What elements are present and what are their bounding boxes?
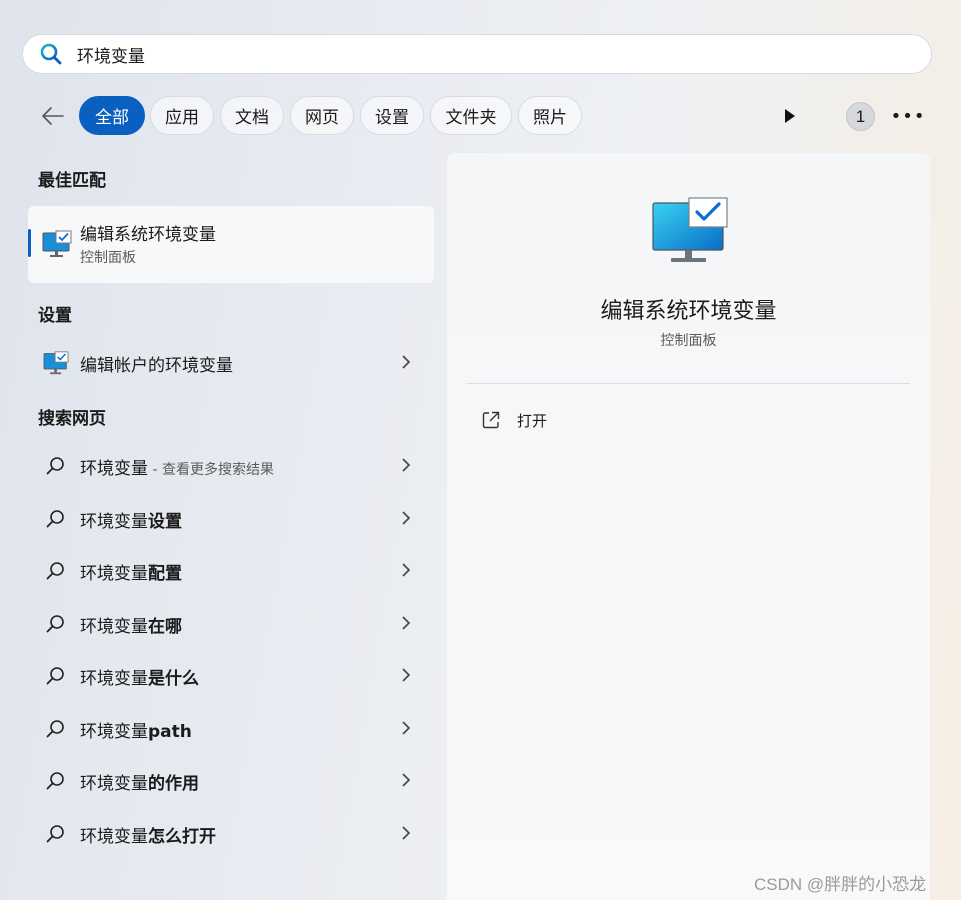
back-button[interactable] (38, 102, 68, 130)
chevron-right-icon (402, 720, 411, 735)
search-input[interactable] (77, 44, 877, 64)
web-search-label: 环境变量的作用 (80, 769, 199, 794)
web-search-label: 环境变量配置 (80, 559, 182, 584)
query-text: 环境变量 (80, 669, 148, 689)
filter-chip-apps[interactable]: 应用 (150, 96, 214, 135)
monitor-check-icon (43, 351, 69, 375)
query-text: 环境变量 (80, 774, 148, 794)
chevron-right-icon (402, 668, 411, 682)
web-search-label: 环境变量path (80, 717, 192, 742)
open-button-label: 打开 (517, 411, 548, 430)
monitor-check-icon (652, 197, 728, 262)
search-icon (46, 509, 64, 527)
suggestion-subtext: - 查看更多搜索结果 (148, 462, 274, 478)
query-text: 环境变量 (80, 564, 148, 584)
chevron-right-icon (402, 773, 411, 787)
chevron-right-icon (402, 563, 411, 577)
best-match-item[interactable]: 编辑系统环境变量 控制面板 (28, 206, 434, 283)
monitor-check-icon (42, 230, 72, 257)
web-search-label: 环境变量 - 查看更多搜索结果 (80, 454, 274, 479)
suggestion-text: 在哪 (148, 616, 182, 637)
web-search-item[interactable]: 环境变量设置 (28, 494, 434, 542)
section-title-web: 搜索网页 (38, 409, 106, 429)
arrow-left-icon (42, 107, 64, 125)
web-search-label: 环境变量怎么打开 (80, 822, 216, 847)
web-search-item[interactable]: 环境变量配置 (28, 546, 434, 594)
suggestion-text: 是什么 (148, 669, 199, 689)
query-text: 环境变量 (80, 459, 148, 479)
ellipsis-icon: ••• (890, 105, 926, 127)
section-title-settings: 设置 (38, 306, 72, 326)
preview-subtitle: 控制面板 (660, 333, 717, 349)
search-icon (46, 719, 64, 737)
search-icon (40, 43, 62, 65)
filter-chip-documents[interactable]: 文档 (220, 96, 284, 135)
filter-chip-folders[interactable]: 文件夹 (430, 96, 512, 135)
web-search-item[interactable]: 环境变量怎么打开 (28, 809, 434, 857)
web-search-label: 环境变量设置 (80, 507, 182, 532)
search-icon (46, 562, 64, 580)
web-search-item[interactable]: 环境变量path (28, 704, 434, 752)
results-list: 最佳匹配 编辑系统环境变量 控制面板 设置 编辑帐户的环境变量 搜索网页 环境变… (0, 150, 446, 890)
best-match-title: 编辑系统环境变量 (80, 225, 216, 245)
search-bar[interactable] (22, 34, 932, 74)
query-text: 环境变量 (80, 616, 148, 637)
web-search-item[interactable]: 环境变量 - 查看更多搜索结果 (28, 441, 434, 489)
search-icon (46, 457, 64, 475)
web-search-label: 环境变量是什么 (80, 664, 199, 689)
divider (467, 383, 910, 384)
chevron-right-icon (402, 825, 411, 840)
watermark: CSDN @胖胖的小恐龙 (754, 875, 927, 894)
search-icon (46, 667, 64, 685)
settings-item-label: 编辑帐户的环境变量 (80, 356, 233, 376)
filter-bar: 全部 应用 文档 网页 设置 文件夹 照片 1 ••• (0, 96, 961, 136)
play-icon (785, 109, 795, 123)
more-filters-button[interactable] (778, 104, 802, 128)
filter-chip-photos[interactable]: 照片 (518, 96, 582, 135)
settings-item-account-env-vars[interactable]: 编辑帐户的环境变量 (28, 338, 434, 386)
chevron-right-icon (402, 615, 411, 630)
query-text: 环境变量 (80, 511, 148, 532)
rewards-badge[interactable]: 1 (846, 102, 875, 131)
chevron-right-icon (402, 510, 411, 525)
search-icon (46, 824, 64, 842)
open-external-icon (482, 411, 500, 429)
filter-chip-settings[interactable]: 设置 (360, 96, 424, 135)
suggestion-text: 设置 (148, 511, 182, 532)
preview-pane: 编辑系统环境变量 控制面板 打开 (447, 153, 930, 900)
web-search-label: 环境变量在哪 (80, 612, 182, 637)
query-text: 环境变量 (80, 826, 148, 847)
chevron-right-icon (402, 458, 411, 472)
preview-title: 编辑系统环境变量 (600, 299, 777, 324)
search-icon (46, 614, 64, 632)
best-match-subtitle: 控制面板 (80, 250, 136, 266)
section-title-best-match: 最佳匹配 (38, 171, 106, 191)
suggestion-text: 配置 (148, 564, 182, 584)
filter-chip-web[interactable]: 网页 (290, 96, 354, 135)
selection-indicator (28, 229, 31, 257)
chevron-right-icon (402, 355, 411, 369)
web-search-item[interactable]: 环境变量在哪 (28, 599, 434, 647)
suggestion-text: 怎么打开 (148, 826, 216, 847)
suggestion-text: path (148, 721, 192, 742)
query-text: 环境变量 (80, 721, 148, 742)
web-search-item[interactable]: 环境变量是什么 (28, 651, 434, 699)
suggestion-text: 的作用 (148, 774, 199, 794)
open-button[interactable]: 打开 (471, 403, 671, 437)
more-options-button[interactable]: ••• (891, 104, 925, 128)
filter-chip-all[interactable]: 全部 (79, 96, 145, 135)
web-search-item[interactable]: 环境变量的作用 (28, 756, 434, 804)
search-icon (46, 772, 64, 790)
